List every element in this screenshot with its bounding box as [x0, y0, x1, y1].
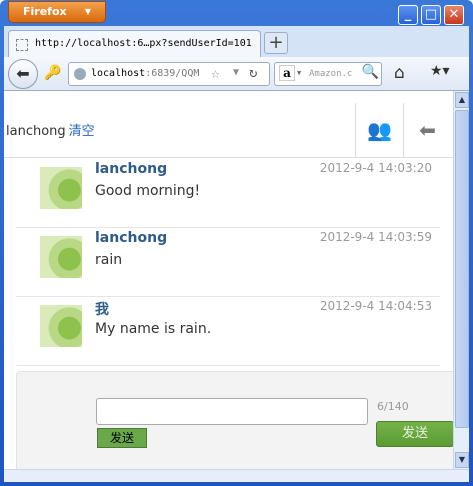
- url-bar[interactable]: localhost:6839/QQM ☆ ▼ ↻: [68, 62, 270, 86]
- message-text: My name is rain.: [95, 321, 212, 337]
- message-sender[interactable]: 我: [95, 299, 109, 319]
- search-input[interactable]: a ▼ Amazon.c 🔍: [274, 62, 382, 86]
- navigation-toolbar: ⬅ 🔑 localhost:6839/QQM ☆ ▼ ↻ a ▼ Amazon.…: [4, 57, 469, 91]
- chevron-down-icon: ▼: [84, 7, 91, 16]
- send-button-small[interactable]: 发送: [97, 428, 147, 448]
- message-time: 2012-9-4 14:03:20: [319, 161, 432, 175]
- bookmarks-menu-icon[interactable]: ★▾: [430, 63, 464, 85]
- bookmark-star-icon[interactable]: ☆: [211, 64, 220, 82]
- arrow-left-icon: ⬅: [419, 118, 436, 142]
- tab-strip: http://localhost:6…px?sendUserId=101 +: [4, 26, 469, 57]
- message-sender[interactable]: lanchong: [95, 161, 167, 177]
- page-icon: [16, 39, 28, 51]
- minimize-button[interactable]: _: [398, 5, 418, 25]
- scrollbar-thumb[interactable]: [455, 110, 469, 428]
- chevron-down-icon[interactable]: ▼: [297, 69, 301, 77]
- reload-icon[interactable]: ↻: [249, 65, 257, 81]
- key-icon[interactable]: 🔑: [44, 65, 61, 81]
- chevron-down-icon[interactable]: ▼: [233, 67, 239, 78]
- amazon-icon: a: [279, 65, 295, 81]
- firefox-menu-button[interactable]: Firefox ▼: [8, 1, 106, 23]
- message-item: 我 2012-9-4 14:04:53 My name is rain.: [16, 297, 440, 366]
- message-time: 2012-9-4 14:03:59: [319, 230, 432, 244]
- message-text: rain: [95, 252, 123, 268]
- contacts-button[interactable]: 👥: [355, 103, 403, 158]
- scroll-up-icon[interactable]: ▲: [455, 92, 469, 108]
- back-nav-button[interactable]: ⬅: [403, 103, 451, 158]
- home-icon[interactable]: ⌂: [394, 63, 405, 83]
- clear-link[interactable]: 清空: [69, 124, 95, 139]
- message-input[interactable]: [96, 398, 368, 425]
- message-sender[interactable]: lanchong: [95, 230, 167, 246]
- avatar: [40, 167, 82, 209]
- message-time: 2012-9-4 14:04:53: [319, 299, 432, 313]
- arrow-left-icon: ⬅: [16, 64, 30, 83]
- message-item: lanchong 2012-9-4 14:03:59 rain: [16, 228, 440, 297]
- avatar: [40, 305, 82, 347]
- search-icon[interactable]: 🔍: [362, 64, 379, 80]
- vertical-scrollbar[interactable]: ▲ ▼: [453, 91, 469, 469]
- character-counter: 6/140: [377, 400, 409, 413]
- browser-window: Firefox ▼ _ □ ✕ http://localhost:6…px?se…: [0, 0, 473, 486]
- close-button[interactable]: ✕: [444, 5, 464, 25]
- send-button[interactable]: 发送: [376, 421, 453, 447]
- users-icon: 👥: [367, 118, 392, 142]
- chat-title: lanchong 清空: [6, 120, 95, 139]
- url-path: :6839/QQM: [145, 68, 200, 79]
- new-tab-button[interactable]: +: [264, 32, 288, 54]
- message-text: Good morning!: [95, 183, 201, 199]
- avatar: [40, 236, 82, 278]
- message-composer: 6/140 发送 发送: [16, 371, 453, 469]
- page-content: lanchong 清空 👥 ⬅ lanchong 2012-9-4 14:03:2…: [4, 91, 453, 469]
- browser-tab[interactable]: http://localhost:6…px?sendUserId=101: [8, 30, 261, 57]
- url-host: localhost: [91, 68, 146, 79]
- globe-icon: [74, 68, 86, 80]
- back-button[interactable]: ⬅: [8, 59, 38, 89]
- scroll-down-icon[interactable]: ▼: [455, 452, 469, 468]
- status-bar: [4, 469, 469, 482]
- chat-header: lanchong 清空 👥 ⬅: [4, 103, 453, 158]
- search-placeholder: Amazon.c: [309, 69, 353, 79]
- firefox-menu-label: Firefox: [23, 5, 67, 18]
- contact-name: lanchong: [6, 124, 66, 139]
- maximize-button[interactable]: □: [421, 5, 441, 25]
- message-item: lanchong 2012-9-4 14:03:20 Good morning!: [16, 159, 440, 228]
- tab-title: http://localhost:6…px?sendUserId=101: [35, 38, 252, 49]
